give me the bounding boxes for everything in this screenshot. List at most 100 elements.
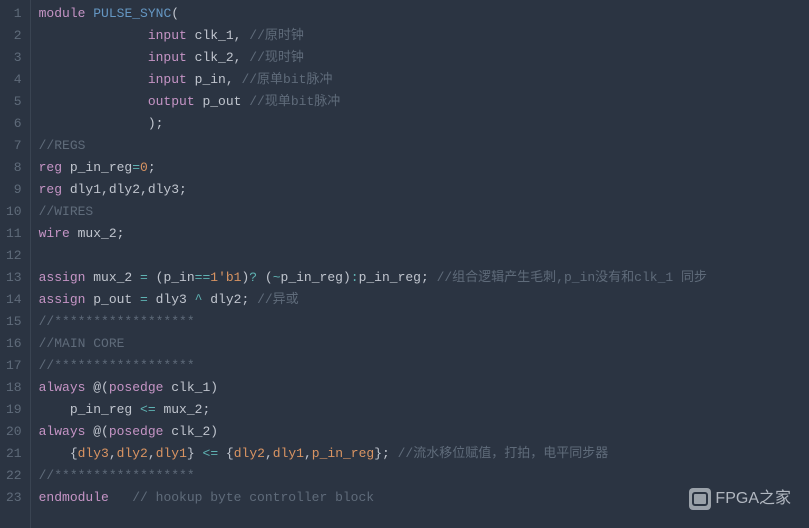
code-line: //WIRES	[39, 201, 801, 223]
code-token: };	[374, 446, 397, 461]
line-number: 6	[6, 113, 22, 135]
code-token: p_in_reg	[312, 446, 374, 461]
code-token: dly3	[78, 446, 109, 461]
line-number: 10	[6, 201, 22, 223]
code-token: ==	[195, 270, 211, 285]
code-token: input	[148, 50, 187, 65]
code-token: p_in_reg;	[359, 270, 437, 285]
line-number: 12	[6, 245, 22, 267]
wechat-icon	[689, 488, 711, 510]
code-token: ?	[249, 270, 257, 285]
line-number: 2	[6, 25, 22, 47]
code-token: ,	[148, 446, 156, 461]
code-token: dly2	[234, 446, 265, 461]
code-token: input	[148, 28, 187, 43]
code-token: //原时钟	[249, 28, 304, 43]
code-line: wire mux_2;	[39, 223, 801, 245]
line-number: 7	[6, 135, 22, 157]
watermark: FPGA之家	[689, 488, 791, 510]
code-line: //******************	[39, 311, 801, 333]
code-token: p_in_reg	[62, 160, 132, 175]
code-token: (	[257, 270, 273, 285]
code-token: mux_2;	[70, 226, 125, 241]
code-line: //MAIN CORE	[39, 333, 801, 355]
line-number: 14	[6, 289, 22, 311]
line-number: 23	[6, 487, 22, 509]
watermark-text: FPGA之家	[715, 488, 791, 510]
code-token: assign	[39, 270, 86, 285]
code-token: dly1	[156, 446, 187, 461]
code-token: //******************	[39, 468, 195, 483]
code-token: 1'b1	[210, 270, 241, 285]
code-token: ;	[148, 160, 156, 175]
code-token: //******************	[39, 358, 195, 373]
code-token: p_in_reg)	[281, 270, 351, 285]
code-line: reg p_in_reg=0;	[39, 157, 801, 179]
code-token: reg	[39, 182, 62, 197]
line-number-gutter: 1234567891011121314151617181920212223	[0, 0, 31, 528]
code-token: //MAIN CORE	[39, 336, 125, 351]
code-token: //REGS	[39, 138, 86, 153]
code-token: assign	[39, 292, 86, 307]
code-token: dly1	[273, 446, 304, 461]
code-line: reg dly1,dly2,dly3;	[39, 179, 801, 201]
code-line: always @(posedge clk_1)	[39, 377, 801, 399]
code-token: always	[39, 424, 86, 439]
code-token	[39, 28, 148, 43]
code-token: posedge	[109, 424, 164, 439]
code-token: 0	[140, 160, 148, 175]
code-token: ,	[265, 446, 273, 461]
code-line: //******************	[39, 355, 801, 377]
line-number: 17	[6, 355, 22, 377]
code-token: =	[132, 160, 140, 175]
code-line: p_in_reg <= mux_2;	[39, 399, 801, 421]
code-token: clk_2)	[163, 424, 218, 439]
line-number: 13	[6, 267, 22, 289]
code-token: //******************	[39, 314, 195, 329]
code-token: (	[171, 6, 179, 21]
code-token: //原单bit脉冲	[241, 72, 332, 87]
code-token: p_out	[195, 94, 250, 109]
code-line: module PULSE_SYNC(	[39, 3, 801, 25]
code-line	[39, 245, 801, 267]
line-number: 19	[6, 399, 22, 421]
code-token: @(	[85, 424, 108, 439]
code-token: // hookup byte controller block	[132, 490, 374, 505]
code-token: mux_2	[85, 270, 140, 285]
code-token: p_in_reg	[39, 402, 140, 417]
code-token: posedge	[109, 380, 164, 395]
code-token: input	[148, 72, 187, 87]
code-token: (p_in	[148, 270, 195, 285]
code-line: output p_out //现单bit脉冲	[39, 91, 801, 113]
code-token: reg	[39, 160, 62, 175]
code-token: p_out	[85, 292, 140, 307]
code-token: //流水移位赋值，打拍，电平同步器	[398, 446, 609, 461]
code-token: output	[148, 94, 195, 109]
code-token: );	[39, 116, 164, 131]
code-token: dly3	[148, 292, 195, 307]
line-number: 5	[6, 91, 22, 113]
line-number: 3	[6, 47, 22, 69]
code-token: clk_1)	[163, 380, 218, 395]
code-token: :	[351, 270, 359, 285]
code-line: always @(posedge clk_2)	[39, 421, 801, 443]
code-token: <=	[140, 402, 156, 417]
line-number: 16	[6, 333, 22, 355]
code-token: wire	[39, 226, 70, 241]
line-number: 15	[6, 311, 22, 333]
code-line: //******************	[39, 465, 801, 487]
code-token	[39, 50, 148, 65]
line-number: 8	[6, 157, 22, 179]
line-number: 11	[6, 223, 22, 245]
line-number: 22	[6, 465, 22, 487]
code-line: assign p_out = dly3 ^ dly2; //异或	[39, 289, 801, 311]
code-token: dly1,dly2,dly3;	[62, 182, 187, 197]
line-number: 9	[6, 179, 22, 201]
code-area: module PULSE_SYNC( input clk_1, //原时钟 in…	[31, 0, 809, 528]
code-line: //REGS	[39, 135, 801, 157]
line-number: 20	[6, 421, 22, 443]
code-line: input p_in, //原单bit脉冲	[39, 69, 801, 91]
code-token: dly2	[117, 446, 148, 461]
line-number: 18	[6, 377, 22, 399]
code-line: assign mux_2 = (p_in==1'b1)? (~p_in_reg)…	[39, 267, 801, 289]
